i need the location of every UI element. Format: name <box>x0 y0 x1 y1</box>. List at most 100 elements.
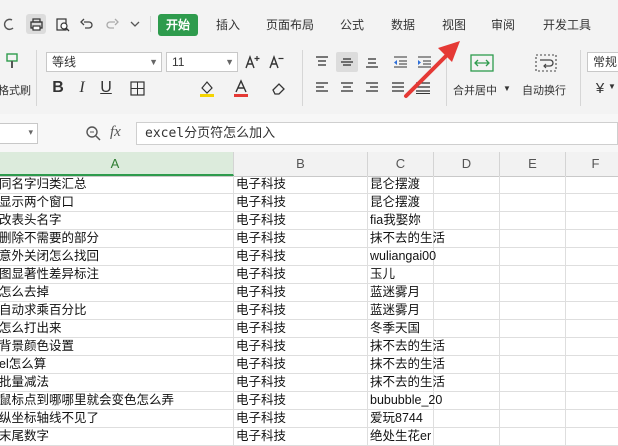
column-header-c[interactable]: C <box>368 152 434 176</box>
tab-page-layout[interactable]: 页面布局 <box>263 14 317 36</box>
cell-a[interactable]: 改表头名字 <box>0 212 234 229</box>
column-header-b[interactable]: B <box>234 152 368 176</box>
wrap-text-icon[interactable] <box>532 50 560 76</box>
cell-b[interactable]: 电子科技 <box>234 266 368 283</box>
cell-d[interactable] <box>434 374 500 391</box>
cell-c[interactable]: 绝处生花er <box>368 428 434 445</box>
cell-f[interactable] <box>566 266 618 283</box>
increase-font-icon[interactable] <box>242 52 262 72</box>
align-left-icon[interactable] <box>312 78 332 98</box>
align-right-icon[interactable] <box>362 78 382 98</box>
cell-d[interactable] <box>434 356 500 373</box>
tab-review[interactable]: 审阅 <box>485 14 521 36</box>
cell-f[interactable] <box>566 194 618 211</box>
merge-center-icon[interactable] <box>468 50 496 76</box>
cell-d[interactable] <box>434 392 500 409</box>
cell-f[interactable] <box>566 176 618 193</box>
cell-c[interactable]: 昆仑摆渡 <box>368 176 434 193</box>
cell-f[interactable] <box>566 302 618 319</box>
name-box[interactable]: ▾ <box>0 123 38 144</box>
cell-a[interactable]: 批量减法 <box>0 374 234 391</box>
tab-view[interactable]: 视图 <box>436 14 472 36</box>
fill-color-icon[interactable] <box>196 78 218 98</box>
cell-f[interactable] <box>566 212 618 229</box>
cell-b[interactable]: 电子科技 <box>234 302 368 319</box>
cell-e[interactable] <box>500 176 566 193</box>
cell-e[interactable] <box>500 230 566 247</box>
tab-formulas[interactable]: 公式 <box>334 14 370 36</box>
column-header-a[interactable]: A <box>0 152 234 176</box>
cell-b[interactable]: 电子科技 <box>234 284 368 301</box>
cell-c[interactable]: fia我娶妳 <box>368 212 434 229</box>
wrap-text-label[interactable]: 自动换行 <box>522 82 566 98</box>
tab-insert[interactable]: 插入 <box>210 14 246 36</box>
cell-b[interactable]: 电子科技 <box>234 392 368 409</box>
cell-c[interactable]: 玉儿 <box>368 266 434 283</box>
cell-a[interactable]: el怎么算 <box>0 356 234 373</box>
cell-a[interactable]: 纵坐标轴线不见了 <box>0 410 234 427</box>
cell-c[interactable]: 抹不去的生活 <box>368 338 445 355</box>
cell-e[interactable] <box>500 338 566 355</box>
cell-f[interactable] <box>566 410 618 427</box>
tab-home[interactable]: 开始 <box>158 14 198 36</box>
cell-d[interactable] <box>434 302 500 319</box>
customize-dropdown-icon[interactable] <box>125 14 145 34</box>
borders-icon[interactable] <box>127 78 147 98</box>
cell-e[interactable] <box>500 302 566 319</box>
bold-icon[interactable]: B <box>48 78 68 98</box>
currency-icon[interactable]: ¥ <box>590 78 610 98</box>
tab-data[interactable]: 数据 <box>385 14 421 36</box>
decrease-font-icon[interactable] <box>266 52 286 72</box>
print-icon[interactable] <box>26 14 46 34</box>
cell-d[interactable] <box>434 248 500 265</box>
cell-a[interactable]: 鼠标点到哪哪里就会变色怎么弄 <box>0 392 234 409</box>
cell-e[interactable] <box>500 356 566 373</box>
cell-b[interactable]: 电子科技 <box>234 410 368 427</box>
cell-f[interactable] <box>566 284 618 301</box>
align-bottom-icon[interactable] <box>362 52 382 72</box>
cell-c[interactable]: 爱玩8744 <box>368 410 434 427</box>
cell-a[interactable]: 图显著性差异标注 <box>0 266 234 283</box>
cell-a[interactable]: 删除不需要的部分 <box>0 230 234 247</box>
cell-e[interactable] <box>500 410 566 427</box>
cell-d[interactable] <box>434 266 500 283</box>
cell-d[interactable] <box>434 428 500 445</box>
undo-partial-icon[interactable] <box>0 14 20 34</box>
column-header-e[interactable]: E <box>500 152 566 176</box>
cell-e[interactable] <box>500 194 566 211</box>
cell-d[interactable] <box>434 212 500 229</box>
cell-a[interactable]: 自动求乘百分比 <box>0 302 234 319</box>
cell-e[interactable] <box>500 392 566 409</box>
cell-a[interactable]: 同名字归类汇总 <box>0 176 234 193</box>
cell-a[interactable]: 背景颜色设置 <box>0 338 234 355</box>
cell-f[interactable] <box>566 320 618 337</box>
cell-d[interactable] <box>434 338 500 355</box>
eraser-icon[interactable] <box>268 78 290 98</box>
cell-b[interactable]: 电子科技 <box>234 230 368 247</box>
chevron-down-icon[interactable]: ▼ <box>608 82 616 91</box>
cell-f[interactable] <box>566 428 618 445</box>
cell-c[interactable]: wuliangai00 <box>368 248 436 265</box>
redo-icon[interactable] <box>102 14 122 34</box>
cell-a[interactable]: 意外关闭怎么找回 <box>0 248 234 265</box>
cell-c[interactable]: 抹不去的生活 <box>368 230 445 247</box>
font-color-icon[interactable] <box>230 78 252 98</box>
chevron-down-icon[interactable]: ▼ <box>503 84 511 93</box>
cell-a[interactable]: 末尾数字 <box>0 428 234 445</box>
cell-e[interactable] <box>500 284 566 301</box>
cell-b[interactable]: 电子科技 <box>234 356 368 373</box>
cell-b[interactable]: 电子科技 <box>234 176 368 193</box>
column-header-f[interactable]: F <box>566 152 618 176</box>
cell-f[interactable] <box>566 392 618 409</box>
cell-d[interactable] <box>434 284 500 301</box>
fx-icon[interactable]: fx <box>110 124 121 141</box>
number-format-select[interactable]: 常规 <box>587 52 618 72</box>
zoom-search-icon[interactable] <box>84 124 102 142</box>
cell-b[interactable]: 电子科技 <box>234 194 368 211</box>
cell-b[interactable]: 电子科技 <box>234 338 368 355</box>
align-center-icon[interactable] <box>337 78 357 98</box>
align-middle-icon[interactable] <box>336 52 358 72</box>
column-header-d[interactable]: D <box>434 152 500 176</box>
font-size-select[interactable]: 11 ▼ <box>166 52 238 72</box>
italic-icon[interactable]: I <box>72 78 92 98</box>
